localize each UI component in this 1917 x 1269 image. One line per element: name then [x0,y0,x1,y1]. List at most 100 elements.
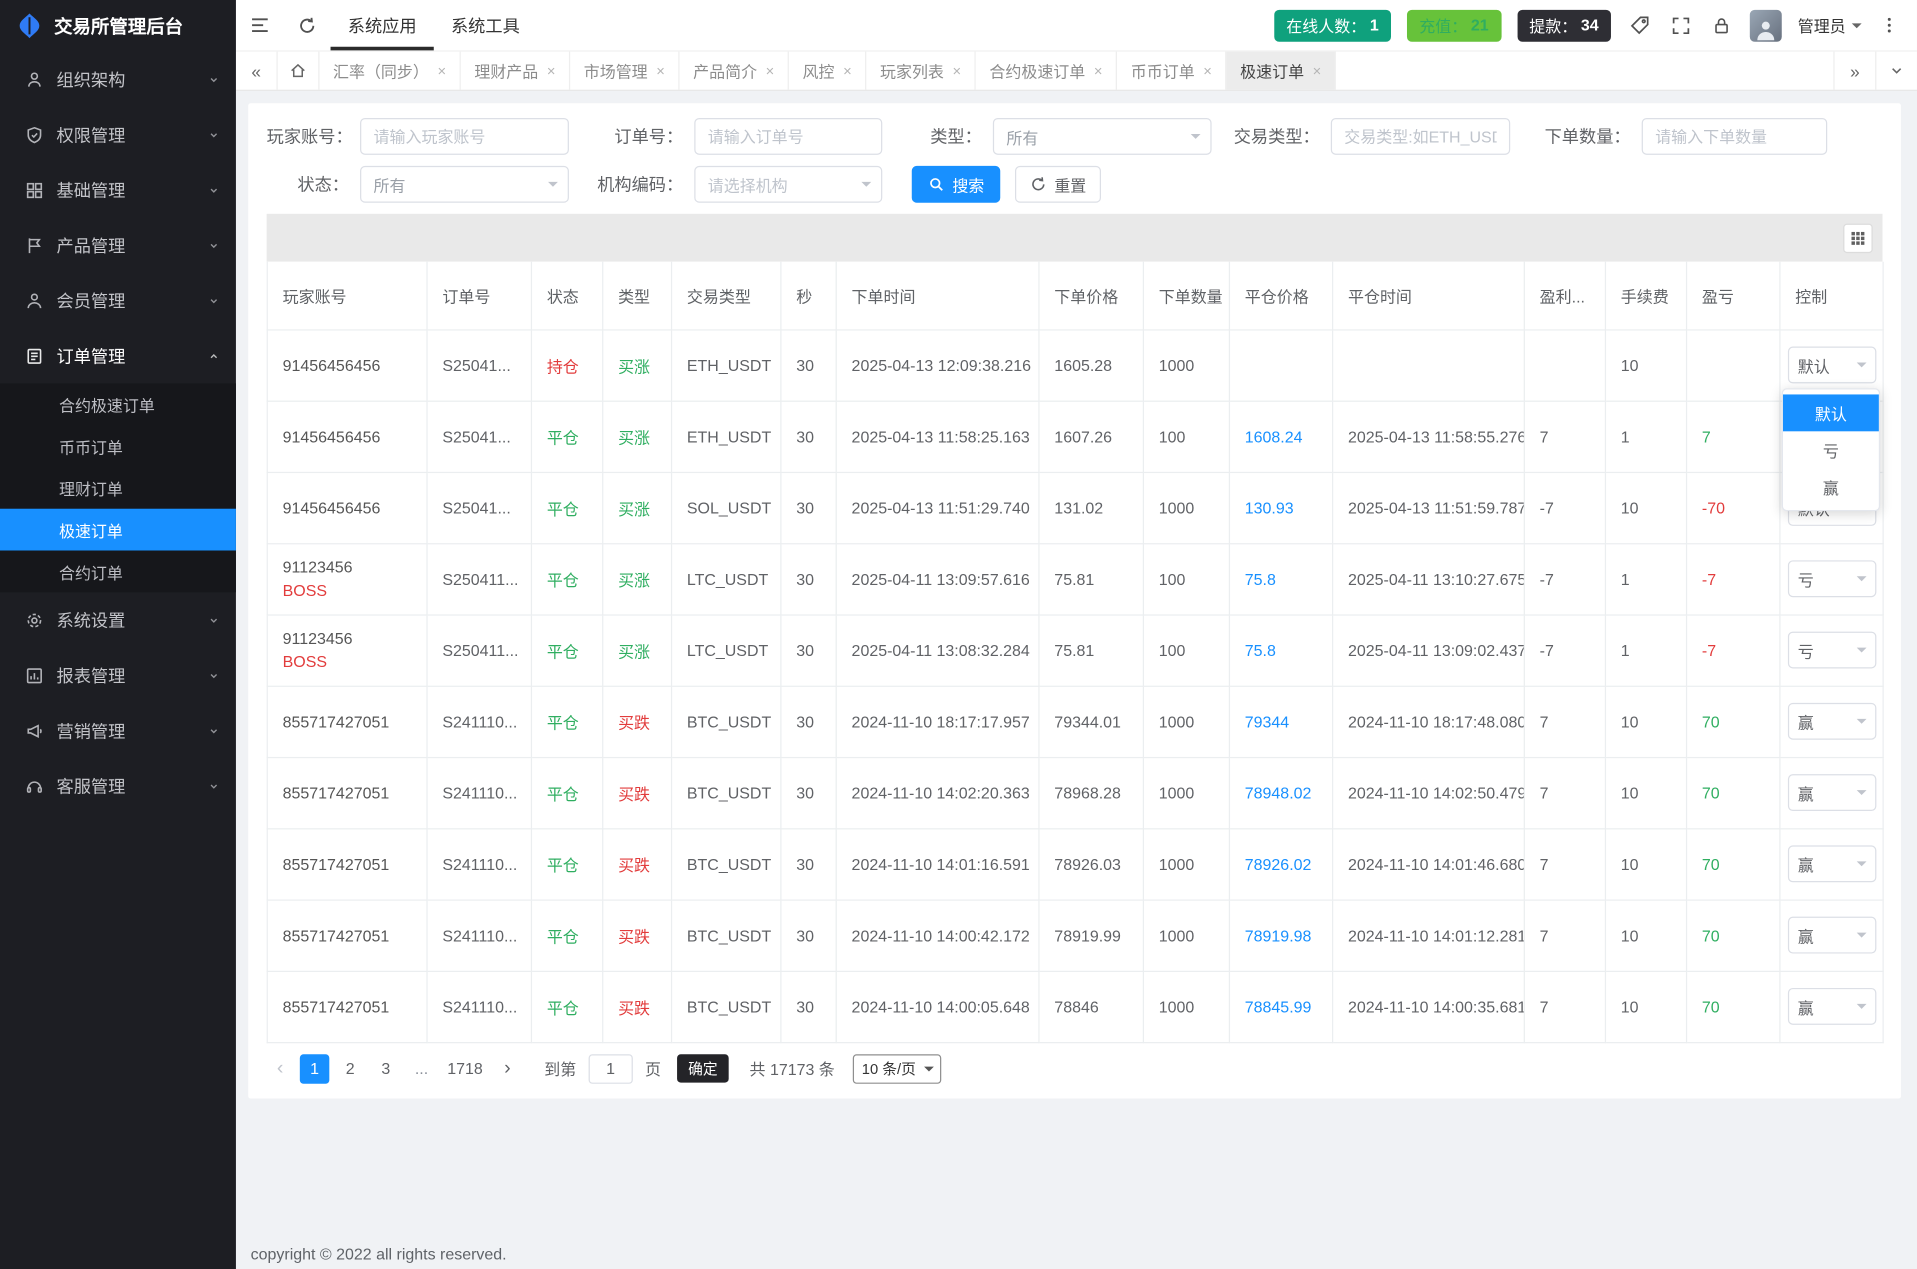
type-select[interactable]: 所有 [993,118,1212,155]
control-select[interactable]: 赢 [1788,774,1876,811]
tag-button[interactable] [1627,0,1653,50]
topnav-item[interactable]: 系统工具 [434,0,537,50]
close-icon[interactable]: × [656,62,665,79]
page-tab[interactable]: 极速订单 × [1227,52,1336,90]
trade-type-input[interactable] [1331,118,1510,155]
home-tab[interactable] [278,52,320,90]
player-account-input[interactable] [360,118,569,155]
close-icon[interactable]: × [437,62,446,79]
kebab-menu-button[interactable] [1878,0,1901,50]
org-code-select[interactable]: 请选择机构 [694,166,882,203]
user-menu[interactable]: 管理员 [1798,14,1862,37]
dropdown-option[interactable]: 默认 [1783,394,1879,431]
sidebar-item-settings[interactable]: 系统设置 [0,592,236,647]
close-icon[interactable]: × [766,62,775,79]
cell-profit: -7 [1524,614,1605,685]
cell-quantity: 1000 [1143,971,1229,1042]
page-tab[interactable]: 合约极速订单 × [976,52,1117,90]
tabs-scroll-right-button[interactable]: » [1833,52,1875,90]
cell-type: 买涨 [603,543,672,614]
collapse-sidebar-button[interactable] [236,0,284,50]
cell-order-time: 2025-04-13 12:09:38.216 [836,329,1039,400]
sidebar-item-member[interactable]: 会员管理 [0,273,236,328]
page-number-button[interactable]: ... [407,1054,436,1083]
tabs-menu-button[interactable] [1875,52,1917,90]
control-select[interactable]: 赢 [1788,845,1876,882]
sidebar-subitem[interactable]: 合约极速订单 [0,383,236,425]
control-select[interactable]: 亏 [1788,632,1876,669]
sidebar-item-product[interactable]: 产品管理 [0,217,236,272]
page-number-button[interactable]: 1718 [442,1054,487,1083]
sidebar-item-permission[interactable]: 权限管理 [0,107,236,162]
control-select[interactable]: 默认 [1788,347,1876,384]
chevron-down-icon [206,293,221,308]
caret-down-icon [1857,719,1867,729]
column-settings-button[interactable] [1843,223,1872,252]
page-size-select[interactable]: 10 条/页 [853,1054,942,1083]
cell-fee: 1 [1605,401,1686,472]
sidebar-subitem[interactable]: 币币订单 [0,425,236,467]
col-type: 类型 [603,262,672,330]
sidebar-item-orders[interactable]: 订单管理 [0,328,236,383]
sidebar-item-base[interactable]: 基础管理 [0,162,236,217]
dropdown-option[interactable]: 亏 [1783,431,1879,468]
col-order-time: 下单时间 [836,262,1039,330]
sidebar-item-marketing[interactable]: 营销管理 [0,703,236,758]
prev-page-button[interactable]: ‹ [267,1054,294,1083]
control-select[interactable]: 亏 [1788,560,1876,597]
control-select[interactable]: 赢 [1788,703,1876,740]
page-tab[interactable]: 玩家列表 × [866,52,975,90]
page-tab[interactable]: 理财产品 × [461,52,570,90]
page-number-button[interactable]: 2 [335,1054,364,1083]
close-icon[interactable]: × [843,62,852,79]
close-icon[interactable]: × [1203,62,1212,79]
search-button[interactable]: 搜索 [912,166,1000,203]
avatar[interactable] [1750,9,1782,41]
refresh-button[interactable] [284,0,331,50]
topnav-item[interactable]: 系统应用 [331,0,434,50]
cell-player-account: 91456456456 [267,329,427,400]
goto-page-input[interactable] [589,1054,633,1083]
order-no-label: 订单号： [569,124,694,149]
cell-order-no: S250411... [427,614,531,685]
close-icon[interactable]: × [953,62,962,79]
sidebar-subitem[interactable]: 合约订单 [0,551,236,593]
cell-fee: 10 [1605,472,1686,543]
dropdown-option[interactable]: 赢 [1783,468,1879,505]
sidebar-item-org[interactable]: 组织架构 [0,52,236,107]
cell-close-price: 78845.99 [1229,971,1332,1042]
cell-quantity: 1000 [1143,329,1229,400]
quantity-input[interactable] [1642,118,1828,155]
goto-confirm-button[interactable]: 确定 [677,1054,729,1082]
next-page-button[interactable]: › [494,1054,521,1083]
tabs-scroll-left-button[interactable]: « [236,52,278,90]
sidebar-item-service[interactable]: 客服管理 [0,758,236,813]
stat-badge[interactable]: 在线人数： 1 [1274,9,1391,41]
sidebar-item-reports[interactable]: 报表管理 [0,648,236,703]
page-tab[interactable]: 汇率（同步） × [319,52,460,90]
copyright-footer: copyright © 2022 all rights reserved. [251,1245,507,1263]
order-no-input[interactable] [694,118,882,155]
lock-button[interactable] [1709,0,1734,50]
page-tab[interactable]: 市场管理 × [570,52,679,90]
page-number-button[interactable]: 3 [371,1054,400,1083]
close-icon[interactable]: × [1094,62,1103,79]
fullscreen-button[interactable] [1669,0,1694,50]
page-number-button[interactable]: 1 [300,1054,329,1083]
cell-seconds: 30 [781,828,836,899]
page-tab[interactable]: 风控 × [789,52,866,90]
cell-fee: 10 [1605,971,1686,1042]
reset-button[interactable]: 重置 [1015,166,1101,203]
sidebar-subitem[interactable]: 极速订单 [0,509,236,551]
stat-badge[interactable]: 提款： 34 [1517,9,1611,41]
page-tab[interactable]: 币币订单 × [1117,52,1226,90]
stat-badge[interactable]: 充值： 21 [1407,9,1501,41]
logo-icon [15,11,44,40]
close-icon[interactable]: × [1313,62,1322,79]
close-icon[interactable]: × [547,62,556,79]
status-select[interactable]: 所有 [360,166,569,203]
sidebar-subitem[interactable]: 理财订单 [0,467,236,509]
control-select[interactable]: 赢 [1788,917,1876,954]
page-tab[interactable]: 产品简介 × [680,52,789,90]
control-select[interactable]: 赢 [1788,988,1876,1025]
